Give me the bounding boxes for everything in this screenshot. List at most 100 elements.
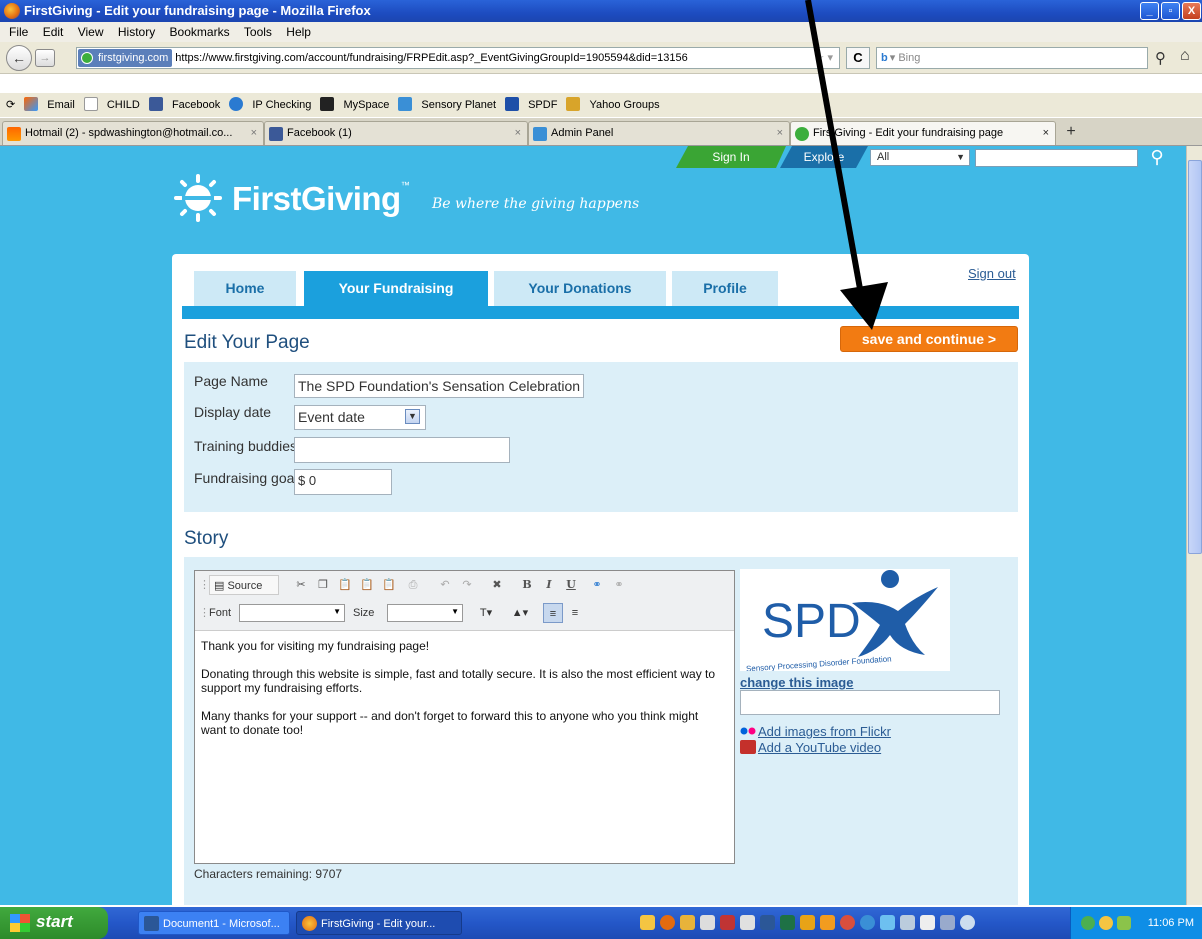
save-and-continue-button[interactable]: save and continue >	[840, 326, 1018, 352]
quicklaunch-mail-icon[interactable]	[680, 915, 695, 930]
url-bar[interactable]: firstgiving.com https://www.firstgiving.c…	[76, 47, 840, 69]
cut-icon[interactable]: ✂	[291, 575, 311, 595]
tab-firstgiving[interactable]: FirstGiving - Edit your fundraising page…	[790, 121, 1056, 145]
quicklaunch-word-icon[interactable]	[760, 915, 775, 930]
tab-your-donations[interactable]: Your Donations	[494, 271, 666, 306]
tray-app-icon[interactable]	[1117, 916, 1131, 930]
quicklaunch-window-icon[interactable]	[740, 915, 755, 930]
bookmark-star-icon[interactable]: ☆ ▾	[815, 48, 833, 68]
quicklaunch-app7-icon[interactable]	[940, 915, 955, 930]
close-tab-icon[interactable]: ×	[777, 122, 783, 145]
minimize-button[interactable]: _	[1140, 2, 1159, 20]
display-date-select[interactable]: Event date ▼	[294, 405, 426, 430]
quicklaunch-app2-icon[interactable]	[820, 915, 835, 930]
print-icon[interactable]: ⎙	[403, 575, 423, 595]
menu-help[interactable]: Help	[286, 25, 311, 39]
quicklaunch-app4-icon[interactable]	[880, 915, 895, 930]
bookmark-email[interactable]: Email	[24, 97, 75, 111]
scrollbar-thumb[interactable]	[1188, 160, 1202, 554]
explore-link[interactable]: Explore	[780, 146, 868, 168]
quicklaunch-gmail-icon[interactable]	[720, 915, 735, 930]
search-magnifier-icon[interactable]: ⚲	[1155, 49, 1166, 67]
maximize-button[interactable]: ▫	[1161, 2, 1180, 20]
quicklaunch-firefox-icon[interactable]	[660, 915, 675, 930]
menu-tools[interactable]: Tools	[244, 25, 272, 39]
align-left-icon[interactable]: ≡	[543, 603, 563, 623]
bookmark-child[interactable]: CHILD	[83, 97, 140, 111]
bookmark-ip-checking[interactable]: IP Checking	[229, 97, 311, 111]
story-rich-text-editor[interactable]: ⋮ ▤ Source ✂ ❐ 📋 📋 📋 ⎙ ↶ ↷ ✖ B I U ⚭ ⚭ ⋮…	[194, 570, 735, 864]
menu-bookmarks[interactable]: Bookmarks	[170, 25, 230, 39]
home-icon[interactable]: ⌂	[1180, 47, 1190, 65]
close-tab-icon[interactable]: ×	[1043, 122, 1049, 145]
page-scrollbar[interactable]	[1186, 146, 1202, 905]
paste-icon[interactable]: 📋	[335, 575, 355, 595]
font-select[interactable]: ▼	[239, 604, 345, 622]
add-flickr-images-link[interactable]: Add images from Flickr	[740, 724, 891, 739]
copy-icon[interactable]: ❐	[313, 575, 333, 595]
bold-icon[interactable]: B	[517, 575, 537, 595]
unlink-icon[interactable]: ⚭	[609, 575, 629, 595]
page-name-input[interactable]: The SPD Foundation's Sensation Celebrati…	[294, 374, 584, 398]
category-select[interactable]: All ▼	[870, 149, 970, 166]
taskbar-item-word[interactable]: Document1 - Microsof...	[138, 911, 290, 935]
add-youtube-video-link[interactable]: Add a YouTube video	[740, 740, 881, 755]
menu-edit[interactable]: Edit	[43, 25, 64, 39]
site-search-icon[interactable]: ⚲	[1142, 147, 1172, 167]
bookmark-myspace[interactable]: MySpace	[320, 97, 389, 111]
tab-hotmail[interactable]: Hotmail (2) - spdwashington@hotmail.co..…	[2, 121, 264, 145]
size-select[interactable]: ▼	[387, 604, 463, 622]
quicklaunch-excel-icon[interactable]	[780, 915, 795, 930]
tab-profile[interactable]: Profile	[672, 271, 778, 306]
close-window-button[interactable]: X	[1182, 2, 1201, 20]
paste-text-icon[interactable]: 📋	[357, 575, 377, 595]
quicklaunch-app5-icon[interactable]	[900, 915, 915, 930]
change-image-link[interactable]: change this image	[740, 675, 853, 690]
new-tab-button[interactable]: +	[1060, 121, 1082, 145]
eraser-icon[interactable]: ✖	[487, 575, 507, 595]
taskbar-item-firefox[interactable]: FirstGiving - Edit your...	[296, 911, 462, 935]
quicklaunch-app-icon[interactable]	[800, 915, 815, 930]
text-color-icon[interactable]: T▾	[471, 603, 501, 623]
background-color-icon[interactable]: ▲▾	[505, 603, 535, 623]
image-url-input[interactable]	[740, 690, 1000, 715]
forward-button[interactable]: →	[35, 49, 55, 67]
redo-icon[interactable]: ↷	[457, 575, 477, 595]
paste-word-icon[interactable]: 📋	[379, 575, 399, 595]
tab-facebook[interactable]: Facebook (1) ×	[264, 121, 528, 145]
undo-icon[interactable]: ↶	[435, 575, 455, 595]
reload-button[interactable]: C	[846, 47, 870, 69]
italic-icon[interactable]: I	[539, 575, 559, 595]
menu-file[interactable]: File	[9, 25, 28, 39]
underline-icon[interactable]: U	[561, 575, 581, 595]
menu-history[interactable]: History	[118, 25, 155, 39]
align-center-icon[interactable]: ≡	[565, 603, 585, 623]
menu-view[interactable]: View	[78, 25, 104, 39]
close-tab-icon[interactable]: ×	[251, 122, 257, 145]
site-identity-badge[interactable]: firstgiving.com	[78, 49, 173, 67]
quicklaunch-calculator-icon[interactable]	[700, 915, 715, 930]
tray-network-icon[interactable]	[1081, 916, 1095, 930]
source-button[interactable]: ▤ Source	[209, 575, 279, 595]
editor-content[interactable]: Thank you for visiting my fundraising pa…	[201, 639, 726, 751]
bookmark-spdf[interactable]: SPDF	[505, 97, 557, 111]
start-button[interactable]: start	[0, 907, 108, 939]
search-bar[interactable]: b ▾ Bing	[876, 47, 1148, 69]
back-button[interactable]: ←	[6, 45, 32, 71]
bookmark-facebook[interactable]: Facebook	[148, 97, 220, 111]
bookmark-yahoo-groups[interactable]: Yahoo Groups	[566, 97, 660, 111]
tab-your-fundraising[interactable]: Your Fundraising	[304, 271, 488, 306]
tray-security-icon[interactable]	[1099, 916, 1113, 930]
tab-home[interactable]: Home	[194, 271, 296, 306]
sign-in-link[interactable]: Sign In	[676, 146, 786, 168]
bookmark-recent-icon[interactable]: ⟳	[6, 99, 15, 111]
quicklaunch-app6-icon[interactable]	[920, 915, 935, 930]
quicklaunch-folder-icon[interactable]	[640, 915, 655, 930]
sign-out-link[interactable]: Sign out	[968, 266, 1016, 281]
bookmark-sensory-planet[interactable]: Sensory Planet	[398, 97, 496, 111]
quicklaunch-ie-icon[interactable]	[860, 915, 875, 930]
training-buddies-input[interactable]	[294, 437, 510, 463]
site-search-input[interactable]	[975, 149, 1138, 167]
tab-admin-panel[interactable]: Admin Panel ×	[528, 121, 790, 145]
link-icon[interactable]: ⚭	[587, 575, 607, 595]
